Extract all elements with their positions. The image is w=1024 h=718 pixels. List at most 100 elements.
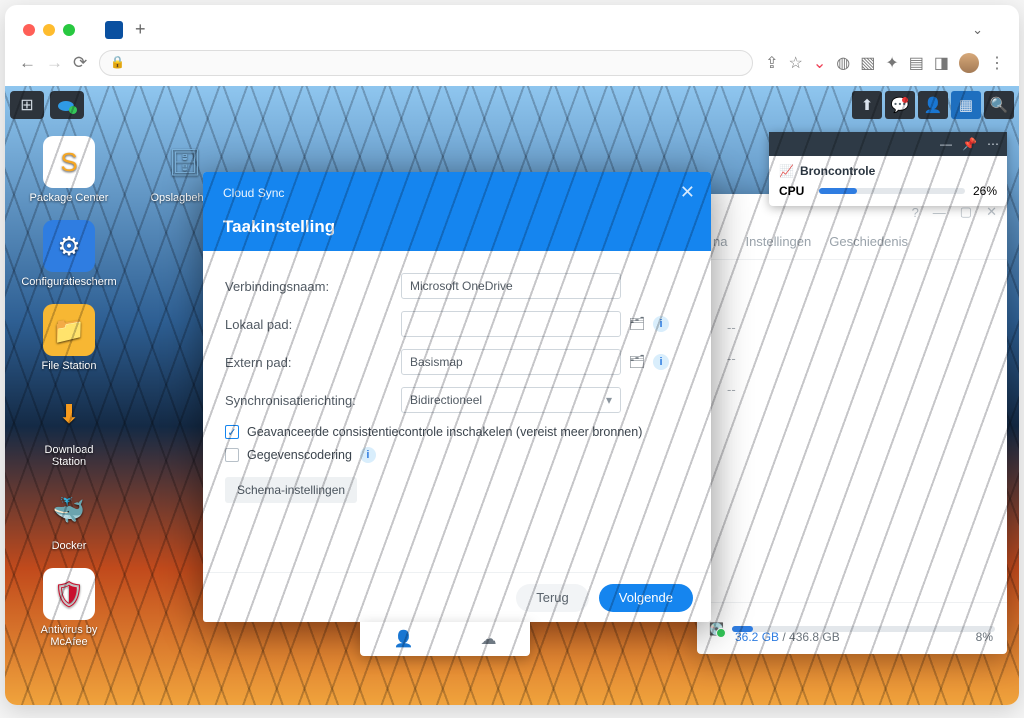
- tab-settings[interactable]: Instellingen: [745, 234, 811, 249]
- icon-label: Package Center: [30, 192, 109, 204]
- info-icon[interactable]: i: [360, 447, 376, 463]
- folder-icon[interactable]: 🗂: [627, 354, 647, 370]
- close-icon[interactable]: ✕: [680, 182, 695, 203]
- icon-label: Docker: [52, 540, 87, 552]
- menu-icon[interactable]: ⋮: [989, 53, 1005, 73]
- empty-row: --: [727, 382, 736, 397]
- browser-extensions: ⇪ ☆ ⌄ ◍ ▧ ✦ ▤ ◨ ⋮: [765, 53, 1005, 73]
- label-connection: Verbindingsnaam:: [225, 279, 395, 294]
- local-path-input[interactable]: [401, 311, 621, 337]
- schedule-settings-button[interactable]: Schema-instellingen: [225, 477, 357, 503]
- label-sync-direction: Synchronisatierichting:: [225, 393, 395, 408]
- desktop-icon[interactable]: 🗄Opslagbeheer: [145, 136, 225, 204]
- new-tab-button[interactable]: +: [135, 19, 146, 40]
- pin-icon[interactable]: 📌: [962, 137, 977, 151]
- user-icon[interactable]: 👤: [918, 91, 948, 119]
- icon-label: File Station: [41, 360, 96, 372]
- desktop-icon[interactable]: 🐳 Docker: [29, 484, 109, 552]
- maximize-window[interactable]: [63, 24, 75, 36]
- desktop-icon[interactable]: 🛡Antivirus by McAfee: [29, 568, 109, 648]
- resource-monitor-widget[interactable]: — 📌 ⋯ 📈Broncontrole CPU 26%: [769, 132, 1007, 206]
- pocket-icon[interactable]: ⌄: [813, 53, 826, 73]
- browser-toolbar: ← → ⟳ 🔒 ⇪ ☆ ⌄ ◍ ▧ ✦ ▤ ◨ ⋮: [5, 44, 1019, 86]
- chevron-down-icon: ▾: [606, 393, 612, 407]
- share-icon[interactable]: ⇪: [765, 53, 778, 73]
- icon-label: Download Station: [29, 444, 109, 468]
- cpu-percent: 26%: [973, 184, 997, 198]
- cloud-sync-wizard: Cloud Sync ✕ Taakinstelling Verbindingsn…: [203, 172, 711, 622]
- sidepanel-icon[interactable]: ◨: [934, 53, 949, 73]
- cloud-icon[interactable]: ☁: [480, 629, 496, 649]
- cpu-label: CPU: [779, 184, 811, 198]
- desktop-icons: S Package Center ⚙Configuratiescherm 📁File …: [29, 136, 225, 648]
- upload-icon[interactable]: ⬆: [852, 91, 882, 119]
- disk-icon: 💽: [709, 622, 724, 636]
- profile-avatar[interactable]: [959, 53, 979, 73]
- onepassword-icon[interactable]: ◍: [836, 53, 850, 73]
- info-icon[interactable]: i: [653, 354, 669, 370]
- browser-window: + ⌄ ← → ⟳ 🔒 ⇪ ☆ ⌄ ◍ ▧ ✦ ▤ ◨ ⋮ ⊞: [5, 5, 1019, 705]
- extensions-icon[interactable]: ✦: [885, 53, 898, 73]
- tab-history[interactable]: Geschiedenis: [829, 234, 908, 249]
- dsm-cloudsync-button[interactable]: [50, 91, 84, 119]
- tab-na[interactable]: na: [713, 234, 727, 249]
- icon-label: Opslagbeheer: [150, 192, 219, 204]
- vol-total: 436.8 GB: [789, 630, 840, 644]
- reader-icon[interactable]: ▤: [909, 53, 924, 73]
- modal-title: Taakinstelling: [223, 217, 695, 237]
- desktop-icon[interactable]: ⬇Download Station: [29, 388, 109, 468]
- folder-icon[interactable]: 🗂: [627, 316, 647, 332]
- empty-row: --: [727, 351, 736, 366]
- data-encoding-checkbox[interactable]: Gegevenscodering i: [225, 447, 689, 463]
- dsm-taskbar: ⊞ ⬆ 💬 👤 ▦ 🔍: [5, 86, 1019, 124]
- window-bottom-tabs[interactable]: 👤 ☁: [360, 622, 530, 656]
- forward-button[interactable]: →: [46, 53, 63, 73]
- next-button[interactable]: Volgende: [599, 584, 693, 612]
- app-icon: S: [43, 136, 95, 188]
- close-icon[interactable]: ✕: [986, 204, 997, 220]
- widget-menu-icon[interactable]: ⋯: [987, 137, 999, 151]
- close-window[interactable]: [23, 24, 35, 36]
- help-icon[interactable]: ?: [912, 205, 919, 220]
- modal-app-name: Cloud Sync: [223, 186, 284, 200]
- desktop-icon[interactable]: 📁File Station: [29, 304, 109, 372]
- address-bar[interactable]: 🔒: [99, 50, 753, 76]
- reload-button[interactable]: ⟳: [73, 53, 87, 73]
- lock-icon: 🔒: [110, 55, 125, 69]
- widgets-icon[interactable]: ▦: [951, 91, 981, 119]
- background-app-window[interactable]: ? — ▢ ✕ na Instellingen Geschiedenis -- …: [697, 194, 1007, 654]
- minimize-window[interactable]: [43, 24, 55, 36]
- chart-icon: 📈: [779, 164, 794, 178]
- maximize-icon[interactable]: ▢: [960, 204, 972, 220]
- star-icon[interactable]: ☆: [789, 53, 803, 73]
- minimize-icon[interactable]: —: [933, 205, 946, 220]
- advanced-consistency-checkbox[interactable]: ✓ Geavanceerde consistentiecontrole insc…: [225, 425, 689, 439]
- desktop-icon[interactable]: S Package Center: [29, 136, 109, 204]
- empty-row: --: [727, 320, 736, 335]
- widget-min-icon[interactable]: —: [940, 137, 952, 151]
- vol-used: 36.2 GB: [735, 630, 779, 644]
- dsm-desktop: ⊞ ⬆ 💬 👤 ▦ 🔍 SPackage Center⚙Configuratie…: [5, 86, 1019, 705]
- search-icon[interactable]: 🔍: [984, 91, 1014, 119]
- info-icon[interactable]: i: [653, 316, 669, 332]
- label-local-path: Lokaal pad:: [225, 317, 395, 332]
- volume-bar: [732, 626, 995, 632]
- cpu-bar: [819, 188, 965, 194]
- back-button[interactable]: Terug: [516, 584, 589, 612]
- notion-icon[interactable]: ▧: [860, 53, 875, 73]
- back-button[interactable]: ←: [19, 53, 36, 73]
- app-icon: ⚙: [43, 220, 95, 272]
- chat-icon[interactable]: 💬: [885, 91, 915, 119]
- icon-label: Configuratiescherm: [21, 276, 116, 288]
- sync-direction-select[interactable]: Bidirectioneel ▾: [401, 387, 621, 413]
- connection-name-input[interactable]: [401, 273, 621, 299]
- app-icon: 🛡: [43, 568, 95, 620]
- app-icon: 🐳: [43, 484, 95, 536]
- dsm-apps-button[interactable]: ⊞: [10, 91, 44, 119]
- tab-overflow-icon[interactable]: ⌄: [972, 22, 983, 38]
- vol-pct: 8%: [976, 630, 993, 644]
- remote-path-input[interactable]: [401, 349, 621, 375]
- desktop-icon[interactable]: ⚙Configuratiescherm: [29, 220, 109, 288]
- person-icon[interactable]: 👤: [394, 629, 414, 649]
- browser-tab[interactable]: [105, 21, 123, 39]
